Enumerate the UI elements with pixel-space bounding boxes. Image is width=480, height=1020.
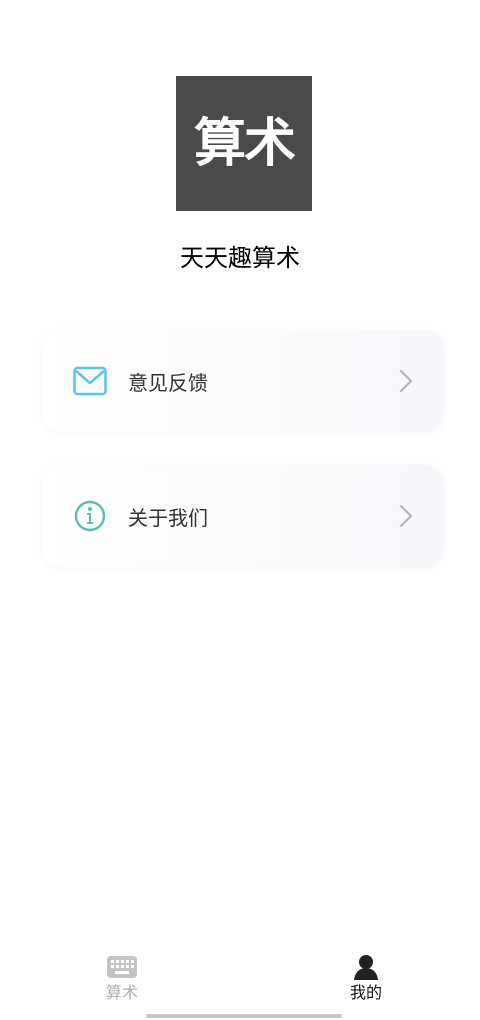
feedback-label: 意见反馈 [128, 370, 208, 395]
tab-arithmetic[interactable]: 算术 [77, 953, 167, 1003]
tab-arithmetic-label: 算术 [105, 983, 138, 1002]
app-name: 天天趣算术 [180, 244, 300, 272]
tab-mine[interactable]: 我的 [321, 953, 411, 1003]
feedback-menu-item[interactable]: 意见反馈 [42, 330, 444, 432]
chevron-right-icon [398, 368, 414, 394]
person-icon [350, 953, 382, 981]
chevron-right-icon [398, 503, 414, 529]
info-icon [73, 499, 107, 533]
app-logo-text: 算术 [193, 113, 296, 174]
app-logo: 算术 [176, 76, 312, 211]
tab-mine-label: 我的 [349, 983, 382, 1002]
about-us-menu-item[interactable]: 关于我们 [42, 465, 444, 567]
profile-page: 算术 天天趣算术 意见反馈 关于我们 算术 我的 [0, 0, 480, 1020]
bottom-tab-bar: 算术 我的 [0, 945, 480, 1020]
home-indicator[interactable] [146, 1014, 342, 1018]
keyboard-icon [106, 953, 138, 981]
about-us-label: 关于我们 [128, 505, 208, 530]
mail-icon [73, 364, 107, 398]
